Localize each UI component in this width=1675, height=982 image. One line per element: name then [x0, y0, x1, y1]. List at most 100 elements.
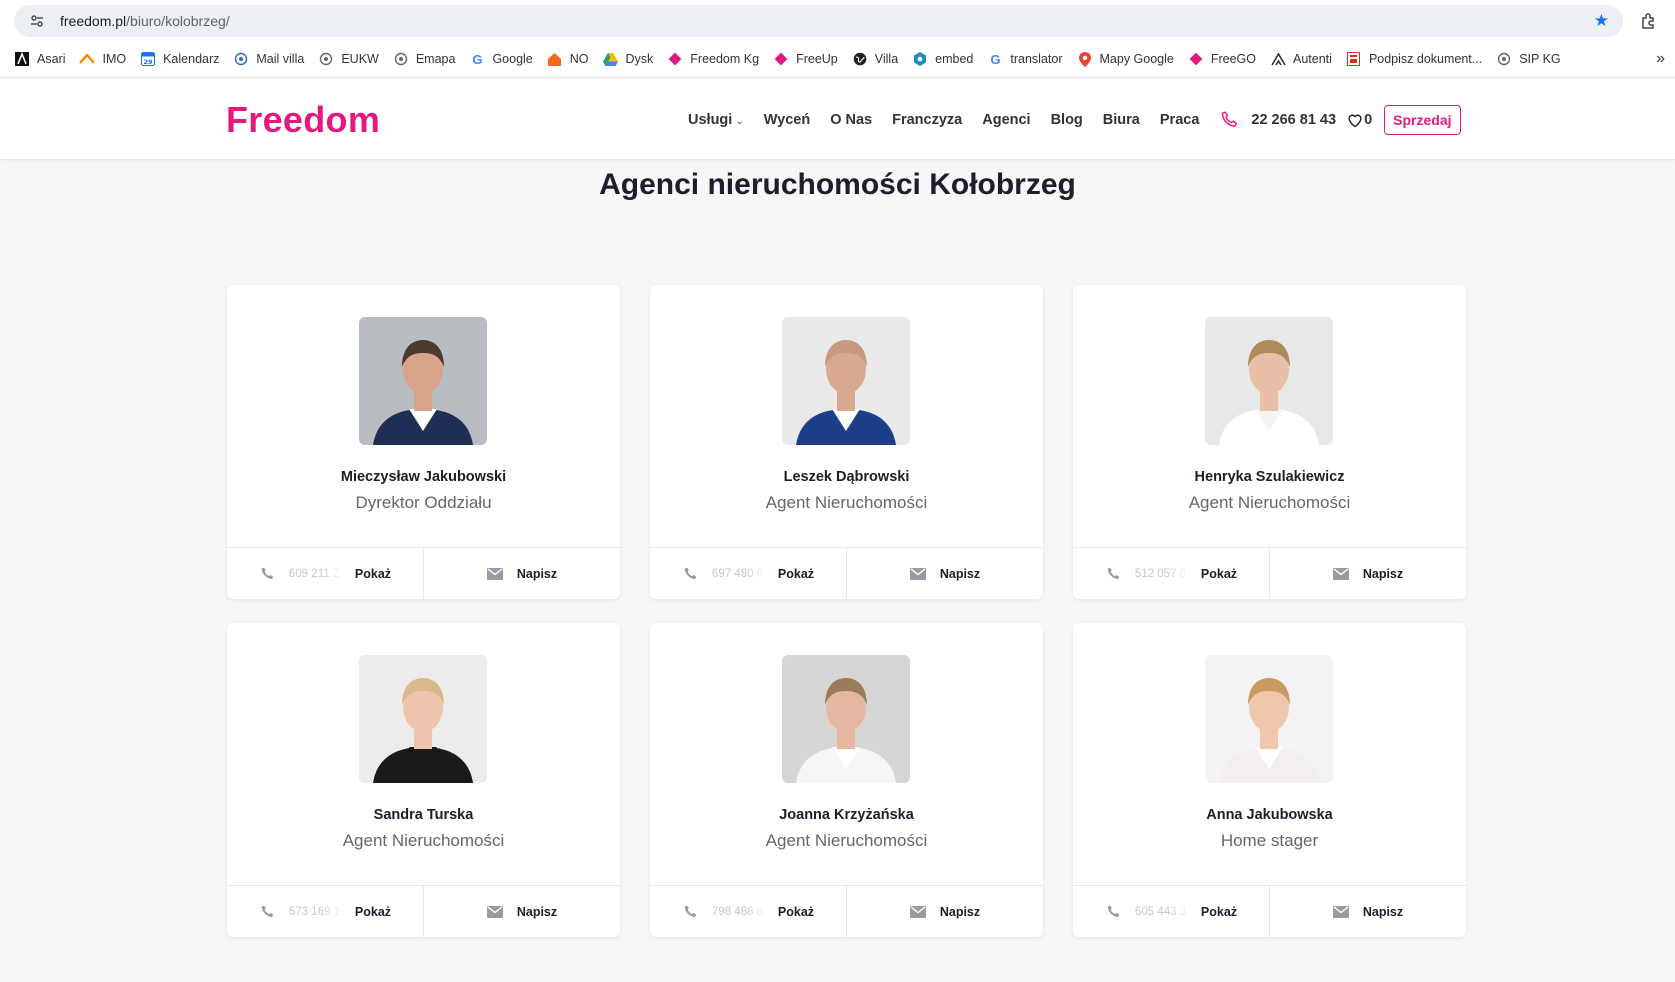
bookmark-label: Mail villa [256, 52, 305, 66]
bookmark-item[interactable]: Dysk [603, 51, 653, 67]
mail-icon [486, 567, 503, 580]
agent-photo[interactable] [1205, 317, 1333, 445]
bookmark-label: Autenti [1293, 52, 1332, 66]
more-bookmarks-icon[interactable]: » [1656, 50, 1665, 68]
bookmark-label: embed [935, 52, 974, 66]
freedom-icon [773, 51, 789, 67]
mail-icon [909, 905, 926, 918]
freedom-logo[interactable]: Freedom [226, 99, 380, 141]
agent-photo[interactable] [359, 655, 487, 783]
bookmark-item[interactable]: EUKW [318, 51, 379, 67]
nav-praca[interactable]: Praca [1160, 112, 1200, 128]
emapa-icon [393, 51, 409, 67]
bookmark-item[interactable]: FreeUp [773, 51, 838, 67]
nav-agenci[interactable]: Agenci [982, 112, 1030, 128]
bookmark-item[interactable]: embed [912, 51, 973, 67]
extensions-icon[interactable] [1631, 5, 1667, 37]
bookmark-item[interactable]: Mail villa [233, 51, 304, 67]
agent-card[interactable]: Henryka Szulakiewicz Agent Nieruchomości 5… [1073, 285, 1466, 599]
globe-icon [852, 51, 868, 67]
bookmark-item[interactable]: Freedom Kg [667, 51, 759, 67]
write-message-button[interactable]: Napisz [847, 548, 1043, 599]
bookmark-item[interactable]: Mapy Google [1077, 51, 1174, 67]
show-phone-button[interactable]: 605 443 3 Pokaż [1073, 886, 1270, 937]
show-phone-button[interactable]: 512 057 0 Pokaż [1073, 548, 1270, 599]
agent-card[interactable]: Joanna Krzyżańska Agent Nieruchomości 798 … [650, 623, 1043, 937]
nav-blog[interactable]: Blog [1051, 112, 1083, 128]
phone-icon [1219, 109, 1241, 131]
agent-photo[interactable] [782, 655, 910, 783]
agent-photo[interactable] [359, 317, 487, 445]
bookmark-item[interactable]: Emapa [393, 51, 455, 67]
agent-name[interactable]: Mieczysław Jakubowski [227, 469, 620, 485]
write-message-button[interactable]: Napisz [1270, 886, 1466, 937]
bookmark-label: SIP KG [1519, 52, 1561, 66]
sip-icon [1496, 51, 1512, 67]
agent-photo[interactable] [1205, 655, 1333, 783]
agent-name[interactable]: Sandra Turska [227, 807, 620, 823]
write-message-label: Napisz [516, 566, 558, 581]
agent-phone-partial: 609 211 2 [288, 567, 340, 580]
bookmark-label: Freedom Kg [690, 52, 760, 66]
bookmark-label: EUKW [341, 52, 379, 66]
agent-name[interactable]: Anna Jakubowska [1073, 807, 1466, 823]
main-nav: Usługi ⌄ Wyceń O Nas Franczyza Agenci Blo… [688, 105, 1461, 135]
agent-name[interactable]: Henryka Szulakiewicz [1073, 469, 1466, 485]
write-message-button[interactable]: Napisz [424, 548, 620, 599]
show-phone-button[interactable]: 573 169 1 Pokaż [227, 886, 424, 937]
site-settings-icon[interactable] [28, 12, 46, 30]
show-phone-button[interactable]: 609 211 2 Pokaż [227, 548, 424, 599]
agent-phone-partial: 798 488 8 [711, 905, 764, 918]
bookmark-item[interactable]: SIP KG [1496, 51, 1561, 67]
bookmark-label: Kalendarz [163, 52, 220, 66]
nav-uslugi[interactable]: Usługi ⌄ [688, 112, 744, 128]
nav-o-nas[interactable]: O Nas [830, 112, 872, 128]
phone-icon [1105, 903, 1123, 921]
url-path: /biuro/kolobrzeg/ [126, 13, 230, 29]
bookmark-item[interactable]: Asari [14, 51, 65, 67]
agent-card[interactable]: Anna Jakubowska Home stager 605 443 3 Pokaż… [1073, 623, 1466, 937]
agent-photo[interactable] [782, 317, 910, 445]
bookmark-item[interactable]: 29 Kalendarz [140, 51, 219, 67]
bookmark-star-icon[interactable]: ★ [1594, 11, 1609, 31]
bookmark-item[interactable]: NO [547, 51, 589, 67]
agent-name[interactable]: Leszek Dąbrowski [650, 469, 1043, 485]
agent-name[interactable]: Joanna Krzyżańska [650, 807, 1043, 823]
nav-franczyza[interactable]: Franczyza [892, 112, 962, 128]
agent-role: Agent Nieruchomości [1188, 493, 1351, 512]
bookmark-label: FreeGO [1210, 52, 1257, 66]
heart-icon [1348, 114, 1362, 128]
nav-wycen[interactable]: Wyceń [764, 112, 810, 128]
write-message-button[interactable]: Napisz [847, 886, 1043, 937]
bookmark-item[interactable]: Villa [852, 51, 898, 67]
write-message-button[interactable]: Napisz [424, 886, 620, 937]
agent-card[interactable]: Leszek Dąbrowski Agent Nieruchomości 697 4… [650, 285, 1043, 599]
maps-icon [1077, 51, 1093, 67]
bookmark-item[interactable]: Gtranslator [987, 51, 1062, 67]
bookmark-label: Villa [874, 52, 899, 66]
show-phone-label: Pokaż [1200, 566, 1238, 581]
bookmark-item[interactable]: G Google [469, 51, 532, 67]
favorites[interactable]: 0 [1346, 112, 1372, 128]
agent-card[interactable]: Sandra Turska Agent Nieruchomości 573 169 … [227, 623, 620, 937]
bookmark-label: Asari [37, 52, 66, 66]
bookmark-item[interactable]: Podpisz dokument... [1346, 51, 1482, 67]
bookmarks-bar: Asari IMO 29 Kalendarz Mail villa EUKW Emapa G G… [0, 42, 1675, 76]
svg-text:29: 29 [144, 58, 154, 66]
show-phone-button[interactable]: 697 480 0 Pokaż [650, 548, 847, 599]
address-bar[interactable]: freedom.pl/biuro/kolobrzeg/ ★ [14, 5, 1623, 37]
sell-button[interactable]: Sprzedaj [1384, 105, 1461, 135]
write-message-button[interactable]: Napisz [1270, 548, 1466, 599]
asari-icon [14, 51, 30, 67]
bookmark-label: Mapy Google [1099, 52, 1174, 66]
mail-icon [1332, 567, 1349, 580]
nav-biura[interactable]: Biura [1103, 112, 1140, 128]
header-phone[interactable]: 22 266 81 43 [1251, 112, 1336, 128]
bookmark-item[interactable]: FreeGO [1188, 51, 1256, 67]
bookmark-item[interactable]: Autenti [1270, 51, 1332, 67]
agent-card[interactable]: Mieczysław Jakubowski Dyrektor Oddziału 60… [227, 285, 620, 599]
bookmark-item[interactable]: IMO [79, 51, 126, 67]
show-phone-button[interactable]: 798 488 8 Pokaż [650, 886, 847, 937]
sign-icon [1346, 51, 1362, 67]
bookmark-label: IMO [102, 52, 127, 66]
